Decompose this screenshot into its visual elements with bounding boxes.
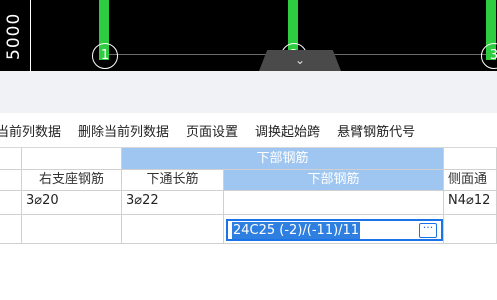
toolbar-delete-current-column[interactable]: 删除当前列数据 <box>78 121 169 140</box>
toolbar-page-setup[interactable]: 页面设置 <box>186 121 238 140</box>
cell-editor[interactable]: 24C25 (-2)/(-11)/11 ··· <box>226 219 443 241</box>
col-header-side[interactable]: 侧面通 <box>444 170 497 191</box>
cell-empty[interactable] <box>22 215 122 244</box>
cell-bottom-through[interactable]: 3⌀22 <box>122 191 224 215</box>
cell-side[interactable]: N4⌀12 <box>444 191 497 215</box>
row-header <box>0 170 22 191</box>
corner-cell <box>0 148 22 170</box>
drawing-canvas[interactable]: 5000 1 2 3 ⌄ <box>0 0 497 71</box>
col-header-bottom-through[interactable]: 下通长筋 <box>122 170 224 191</box>
chevron-down-icon: ⌄ <box>294 53 306 67</box>
axis-marker-1: 1 <box>92 43 118 69</box>
ellipsis-icon[interactable]: ··· <box>419 222 437 238</box>
cell-editor-value[interactable]: 24C25 (-2)/(-11)/11 <box>232 222 361 239</box>
toolbar-cantilever-rebar-code[interactable]: 悬臂钢筋代号 <box>337 121 415 140</box>
cell-bottom-rebar[interactable] <box>224 191 444 215</box>
table-toolbar: 当前列数据 删除当前列数据 页面设置 调换起始跨 悬臂钢筋代号 <box>0 113 497 148</box>
row-header <box>0 191 22 215</box>
col-header-bottom-rebar[interactable]: 下部钢筋 <box>224 170 444 191</box>
group-header-bottom-rebar: 下部钢筋 <box>122 148 444 170</box>
header-empty-right <box>444 148 497 170</box>
axis-marker-3: 3 <box>481 43 497 69</box>
row-header <box>0 215 22 244</box>
header-empty <box>22 148 122 170</box>
toolbar-current-column-data[interactable]: 当前列数据 <box>0 121 61 140</box>
col-header-right-support[interactable]: 右支座钢筋 <box>22 170 122 191</box>
collapse-panel-button[interactable]: ⌄ <box>259 50 341 71</box>
toolbar-swap-start-span[interactable]: 调换起始跨 <box>255 121 320 140</box>
cell-empty[interactable] <box>444 215 497 244</box>
panel-gap <box>0 71 497 113</box>
cell-empty[interactable] <box>122 215 224 244</box>
dimension-line <box>30 0 31 71</box>
cell-right-support[interactable]: 3⌀20 <box>22 191 122 215</box>
dimension-text: 5000 <box>4 12 24 60</box>
